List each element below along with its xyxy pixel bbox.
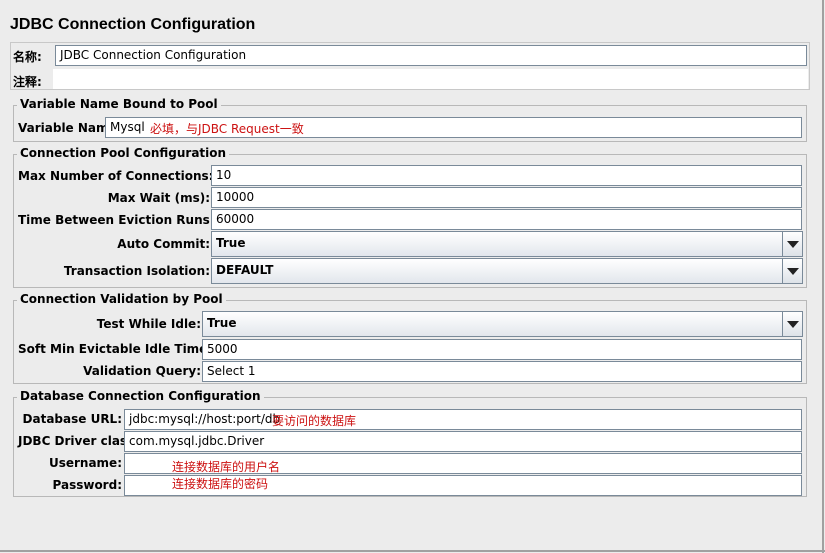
max-wait-label: Max Wait (ms): xyxy=(107,191,210,205)
auto-commit-label: Auto Commit: xyxy=(117,237,210,251)
window-border-right xyxy=(822,0,824,553)
password-label: Password: xyxy=(52,478,123,492)
database-legend: Database Connection Configuration xyxy=(17,389,264,403)
window-border-bottom xyxy=(0,550,825,552)
name-label: 名称: xyxy=(13,50,42,64)
eviction-runs-input[interactable]: 60000 xyxy=(211,209,802,230)
connection-pool-legend: Connection Pool Configuration xyxy=(17,146,230,160)
validation-legend: Connection Validation by Pool xyxy=(17,292,226,306)
variable-name-value: Mysql xyxy=(110,120,145,134)
max-connections-input[interactable]: 10 xyxy=(211,165,802,186)
transaction-isolation-label: Transaction Isolation: xyxy=(63,264,210,278)
driver-class-label: JDBC Driver class: xyxy=(18,434,140,448)
transaction-isolation-select[interactable]: DEFAULT xyxy=(211,258,783,284)
max-wait-input[interactable]: 10000 xyxy=(211,187,802,208)
driver-class-input[interactable]: com.mysql.jdbc.Driver xyxy=(124,431,802,452)
password-note: 连接数据库的密码 xyxy=(172,477,269,491)
username-label: Username: xyxy=(48,456,122,470)
variable-name-note: 必填，与JDBC Request一致 xyxy=(150,122,304,136)
database-url-value: jdbc:mysql://host:port/db xyxy=(129,412,281,426)
chevron-down-icon xyxy=(786,267,799,275)
auto-commit-dropdown-button[interactable] xyxy=(782,231,803,257)
database-url-label: Database URL: xyxy=(22,412,122,426)
comment-input[interactable] xyxy=(53,69,808,89)
validation-query-input[interactable]: Select 1 xyxy=(202,361,802,382)
max-connections-label: Max Number of Connections: xyxy=(18,169,214,183)
chevron-down-icon xyxy=(786,320,799,328)
database-url-input[interactable]: jdbc:mysql://host:port/db xyxy=(124,409,802,430)
chevron-down-icon xyxy=(786,240,799,248)
test-while-idle-select[interactable]: True xyxy=(202,311,783,337)
comment-label: 注释: xyxy=(13,75,42,89)
test-while-idle-dropdown-button[interactable] xyxy=(782,311,803,337)
test-while-idle-label: Test While Idle: xyxy=(96,317,201,331)
pool-binding-legend: Variable Name Bound to Pool xyxy=(17,97,221,111)
page-title: JDBC Connection Configuration xyxy=(10,16,256,33)
name-input[interactable]: JDBC Connection Configuration xyxy=(55,45,807,66)
database-url-note: 要访问的数据库 xyxy=(272,414,357,428)
soft-min-idle-label: Soft Min Evictable Idle Time(ms): xyxy=(18,342,243,356)
username-note: 连接数据库的用户名 xyxy=(172,460,281,474)
auto-commit-select[interactable]: True xyxy=(211,231,783,257)
validation-query-label: Validation Query: xyxy=(83,364,201,378)
transaction-isolation-dropdown-button[interactable] xyxy=(782,258,803,284)
eviction-runs-label: Time Between Eviction Runs (ms): xyxy=(18,213,250,227)
soft-min-idle-input[interactable]: 5000 xyxy=(202,339,802,360)
